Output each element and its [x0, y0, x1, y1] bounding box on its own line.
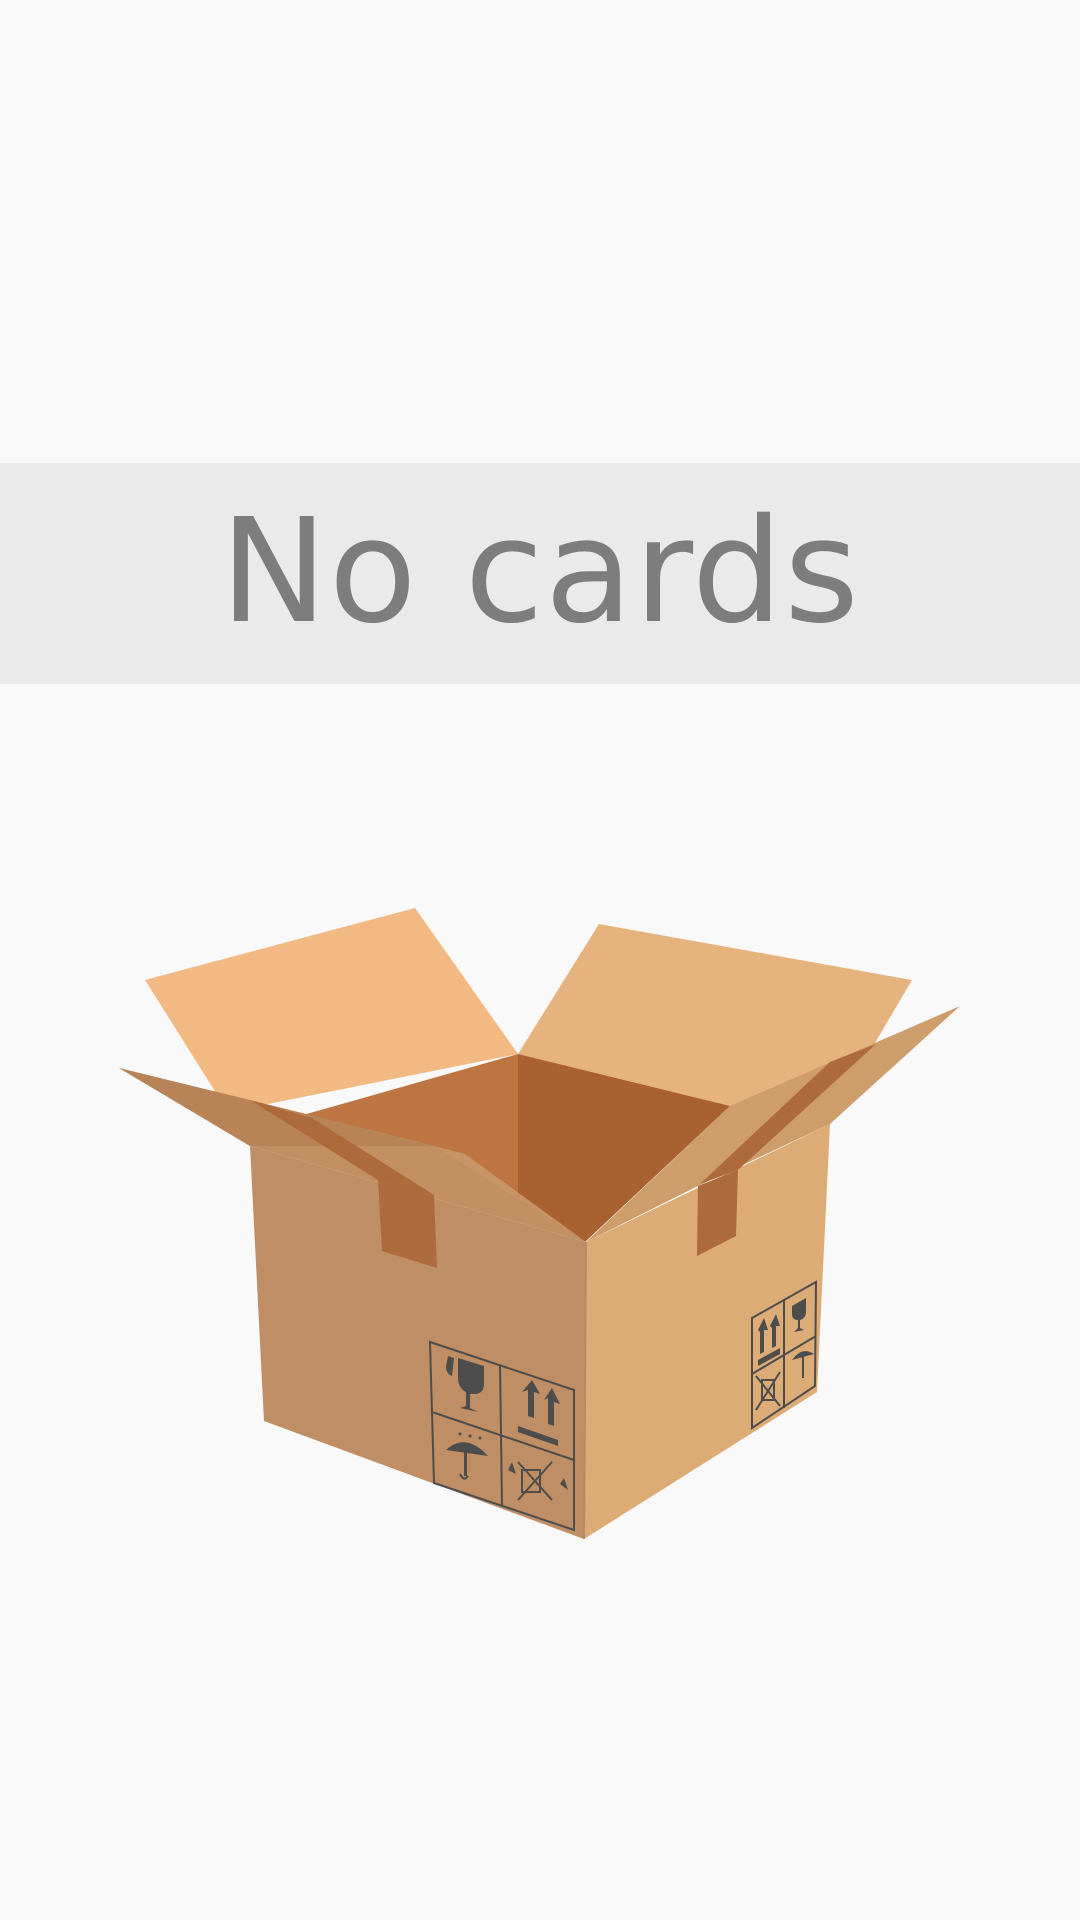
empty-state-screen: No cards — [0, 0, 1080, 1920]
open-box-illustration — [119, 908, 960, 1540]
empty-state-message: No cards — [219, 486, 861, 655]
empty-state-banner: No cards — [0, 463, 1080, 684]
